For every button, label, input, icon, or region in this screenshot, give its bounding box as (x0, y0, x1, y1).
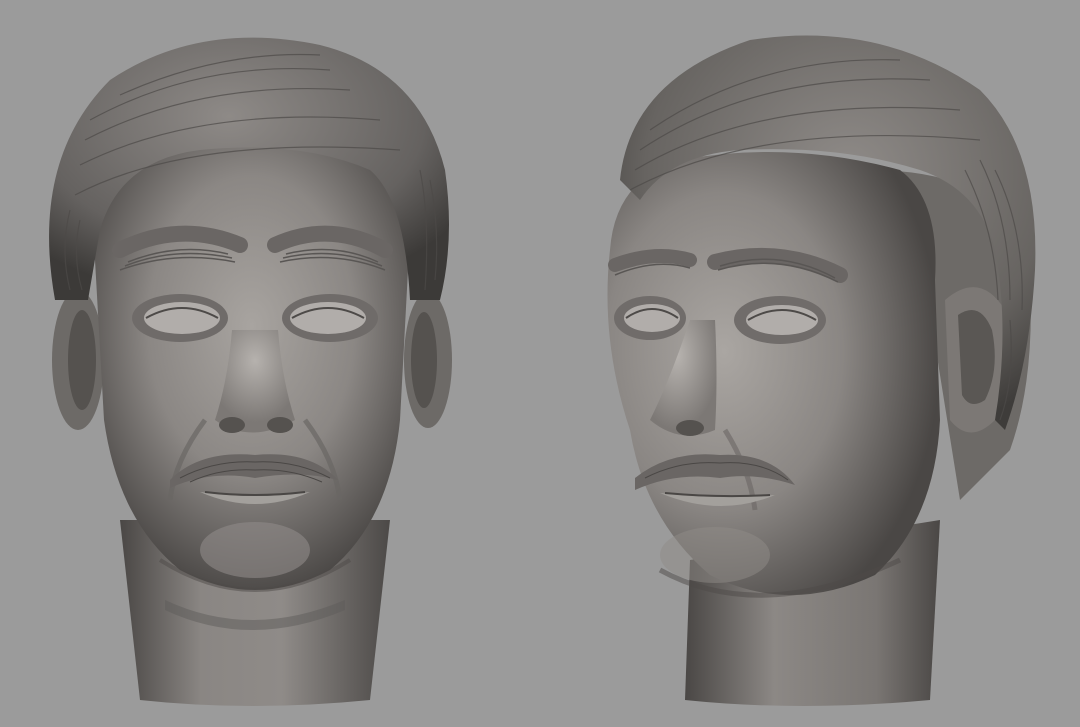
left-eye (144, 302, 220, 334)
sculpt-viewport (0, 0, 1080, 727)
head-front-view (0, 0, 540, 727)
head-three-quarter-render (607, 35, 1036, 706)
face (607, 152, 940, 595)
head-three-quarter-view (540, 0, 1080, 727)
head-front-render (49, 37, 452, 706)
right-eye (290, 302, 366, 334)
